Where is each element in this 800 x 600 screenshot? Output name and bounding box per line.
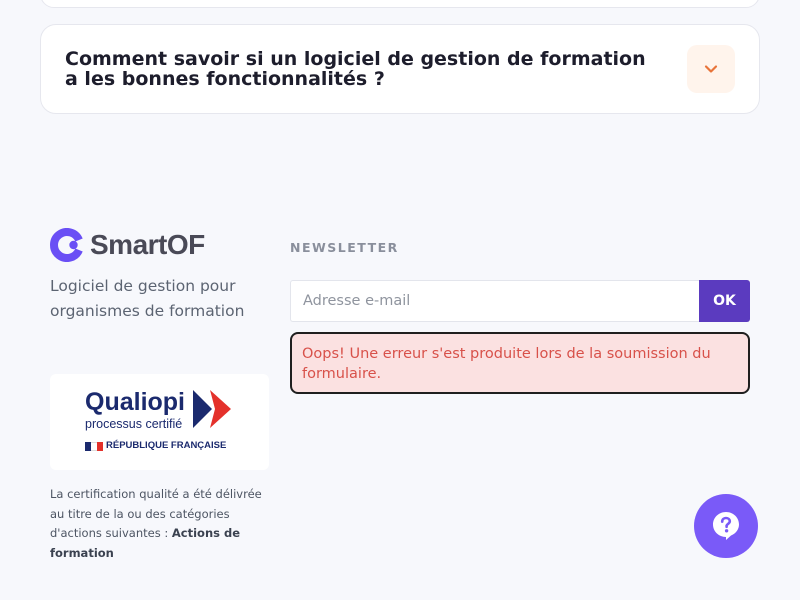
qualiopi-republic: RÉPUBLIQUE FRANÇAISE bbox=[106, 440, 227, 451]
brand-logo[interactable]: SmartOF bbox=[50, 228, 205, 262]
faq-toggle-button[interactable] bbox=[687, 45, 735, 93]
qualiopi-title: Qualiopi bbox=[85, 388, 185, 416]
certification-text: La certification qualité a été délivrée … bbox=[50, 485, 265, 563]
qualiopi-logo: Qualiopi processus certifié RÉPUBLIQUE F… bbox=[50, 374, 269, 470]
smartof-logo-icon bbox=[50, 228, 83, 262]
newsletter-submit-button[interactable]: OK bbox=[699, 280, 750, 322]
brand-tagline: Logiciel de gestion pour organismes de f… bbox=[50, 277, 245, 320]
faq-item[interactable]: Comment savoir si un logiciel de gestion… bbox=[40, 24, 760, 114]
chevron-down-icon bbox=[704, 65, 718, 73]
newsletter-error-message: Oops! Une erreur s'est produite lors de … bbox=[290, 332, 750, 394]
qualiopi-arrow-icon bbox=[193, 390, 231, 428]
qualiopi-subtitle: processus certifié bbox=[85, 417, 183, 431]
newsletter-label: NEWSLETTER bbox=[290, 240, 399, 255]
french-flag-icon bbox=[85, 442, 103, 451]
newsletter-email-input[interactable] bbox=[290, 280, 700, 322]
previous-faq-card[interactable] bbox=[40, 0, 760, 8]
brand-name: SmartOF bbox=[90, 229, 205, 260]
faq-question[interactable]: Comment savoir si un logiciel de gestion… bbox=[65, 49, 687, 89]
help-chat-button[interactable] bbox=[694, 494, 758, 558]
question-bubble-icon bbox=[713, 512, 739, 540]
